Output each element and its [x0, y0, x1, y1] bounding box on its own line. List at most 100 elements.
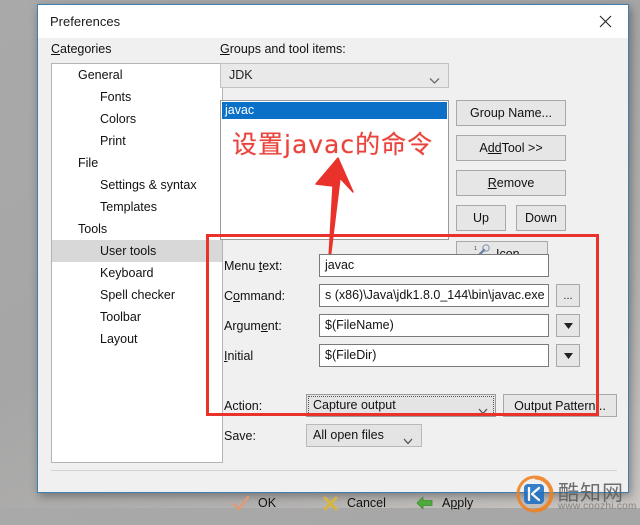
- menu-text-label-pre: Menu: [224, 259, 259, 273]
- categories-tree[interactable]: General Fonts Colors Print File Settings & sy…: [51, 63, 223, 463]
- sidebar-item-print[interactable]: Print: [52, 130, 222, 152]
- apply-button[interactable]: Ap ply: [416, 490, 473, 516]
- groups-label: Groups and tool items:: [220, 42, 346, 56]
- groups-label-accel: G: [220, 42, 230, 56]
- sidebar-item-label: File: [78, 156, 99, 170]
- argument-label: Argument:: [224, 319, 282, 333]
- argument-label-post: nt:: [267, 319, 282, 333]
- sidebar-item-keyboard[interactable]: Keyboard: [52, 262, 222, 284]
- initial-dropdown-button[interactable]: [556, 344, 580, 367]
- chevron-down-icon: [563, 350, 573, 362]
- action-label: Action:: [224, 399, 263, 413]
- down-button[interactable]: Down: [516, 205, 566, 231]
- remove-button[interactable]: Remove: [456, 170, 566, 196]
- ellipsis-icon: ...: [563, 289, 573, 302]
- close-icon[interactable]: [583, 5, 628, 37]
- sidebar-item-label: Spell checker: [100, 288, 176, 302]
- group-dropdown-value: JDK: [229, 68, 253, 82]
- sidebar-item-label: Tools: [78, 222, 108, 236]
- group-name-button-label: Group Name...: [470, 106, 552, 120]
- dialog-body: Categories General Fonts Colors Print File Se…: [38, 38, 636, 513]
- chevron-down-icon: [478, 402, 488, 420]
- check-glyph: [233, 495, 249, 510]
- group-dropdown[interactable]: JDK: [220, 63, 449, 88]
- sidebar-item-templates[interactable]: Templates: [52, 196, 222, 218]
- command-label-pre: C: [224, 289, 234, 303]
- categories-label-accel: C: [51, 42, 61, 56]
- initial-label: Initial: [224, 349, 253, 363]
- menu-text-label: Menu text:: [224, 259, 282, 273]
- action-dropdown-value: Capture output: [313, 398, 396, 412]
- initial-input[interactable]: $(FileDir): [319, 344, 549, 367]
- initial-label-post: nitial: [227, 349, 254, 363]
- up-button[interactable]: Up: [456, 205, 506, 231]
- chevron-down-icon: [429, 72, 440, 90]
- window-title: Preferences: [50, 14, 121, 29]
- command-label-accel: o: [233, 289, 240, 303]
- sidebar-item-spell-checker[interactable]: Spell checker: [52, 284, 222, 306]
- sidebar-item-label: Templates: [100, 200, 157, 214]
- chevron-glyph: [429, 78, 440, 84]
- footer-separator: [51, 470, 617, 471]
- add-tool-button[interactable]: Add Tool >>: [456, 135, 566, 161]
- categories-label: Categories: [51, 42, 111, 56]
- cross-glyph: [323, 496, 338, 510]
- sidebar-item-toolbar[interactable]: Toolbar: [52, 306, 222, 328]
- output-pattern-button-label: Output Pattern...: [514, 398, 606, 413]
- sidebar-item-label: Toolbar: [100, 310, 141, 324]
- down-button-label: Down: [525, 211, 557, 225]
- menu-text-input[interactable]: javac: [319, 254, 549, 277]
- sidebar-item-label: Layout: [100, 332, 138, 346]
- sidebar-item-colors[interactable]: Colors: [52, 108, 222, 130]
- group-name-button[interactable]: Group Name...: [456, 100, 566, 126]
- preferences-window: Preferences Categories General Fonts Color…: [37, 4, 636, 513]
- sidebar-item-label: General: [78, 68, 123, 82]
- sidebar-item-layout[interactable]: Layout: [52, 328, 222, 350]
- sidebar-item-user-tools[interactable]: User tools: [52, 240, 222, 262]
- sidebar-item-fonts[interactable]: Fonts: [52, 86, 222, 108]
- argument-input[interactable]: $(FileName): [319, 314, 549, 337]
- tool-items-list[interactable]: javac 设置javac的命令: [220, 100, 449, 240]
- add-tool-pre: A: [479, 141, 488, 155]
- sidebar-item-label: User tools: [100, 244, 157, 258]
- command-label-post: mmand:: [239, 289, 286, 303]
- watermark: 酷知网 www.coozhi.com: [516, 475, 640, 525]
- save-dropdown-value: All open files: [313, 428, 384, 442]
- coozhi-logo-icon: [516, 475, 554, 513]
- close-glyph: [599, 15, 612, 27]
- title-bar: Preferences: [38, 5, 628, 38]
- save-label: Save:: [224, 429, 256, 443]
- command-browse-button[interactable]: ...: [556, 284, 580, 307]
- sidebar-item-file[interactable]: File: [52, 152, 222, 174]
- cancel-button[interactable]: Cancel: [323, 490, 386, 516]
- chevron-glyph: [563, 322, 573, 329]
- sidebar-item-settings-syntax[interactable]: Settings & syntax: [52, 174, 222, 196]
- watermark-text: 酷知网: [558, 481, 624, 505]
- sidebar-item-label: Settings & syntax: [100, 178, 197, 192]
- up-button-label: Up: [473, 211, 489, 225]
- command-input[interactable]: s (x86)\Java\jdk1.8.0_144\bin\javac.exe: [319, 284, 549, 307]
- menu-text-label-post: ext:: [262, 259, 283, 273]
- chevron-glyph: [478, 408, 488, 415]
- categories-label-rest: ategories: [60, 42, 112, 56]
- sidebar-item-tools[interactable]: Tools: [52, 218, 222, 240]
- action-dropdown[interactable]: Capture output: [306, 394, 496, 417]
- remove-post: emove: [496, 176, 535, 190]
- command-label: Command:: [224, 289, 285, 303]
- chevron-glyph: [403, 438, 413, 445]
- sidebar-item-general[interactable]: General: [52, 64, 222, 86]
- chevron-down-icon: [563, 320, 573, 332]
- sidebar-item-label: Print: [100, 134, 126, 148]
- save-dropdown[interactable]: All open files: [306, 424, 422, 447]
- list-item[interactable]: javac: [222, 102, 447, 119]
- output-pattern-button[interactable]: Output Pattern...: [503, 394, 617, 417]
- chevron-down-icon: [403, 432, 413, 450]
- check-icon: [233, 495, 249, 511]
- groups-label-rest: roups and tool items:: [229, 42, 346, 56]
- remove-accel: R: [487, 176, 497, 190]
- sidebar-item-label: Fonts: [100, 90, 132, 104]
- svg-text:1: 1: [474, 246, 477, 252]
- argument-dropdown-button[interactable]: [556, 314, 580, 337]
- argument-label-accel: e: [260, 319, 268, 333]
- ok-button[interactable]: OK: [233, 490, 276, 516]
